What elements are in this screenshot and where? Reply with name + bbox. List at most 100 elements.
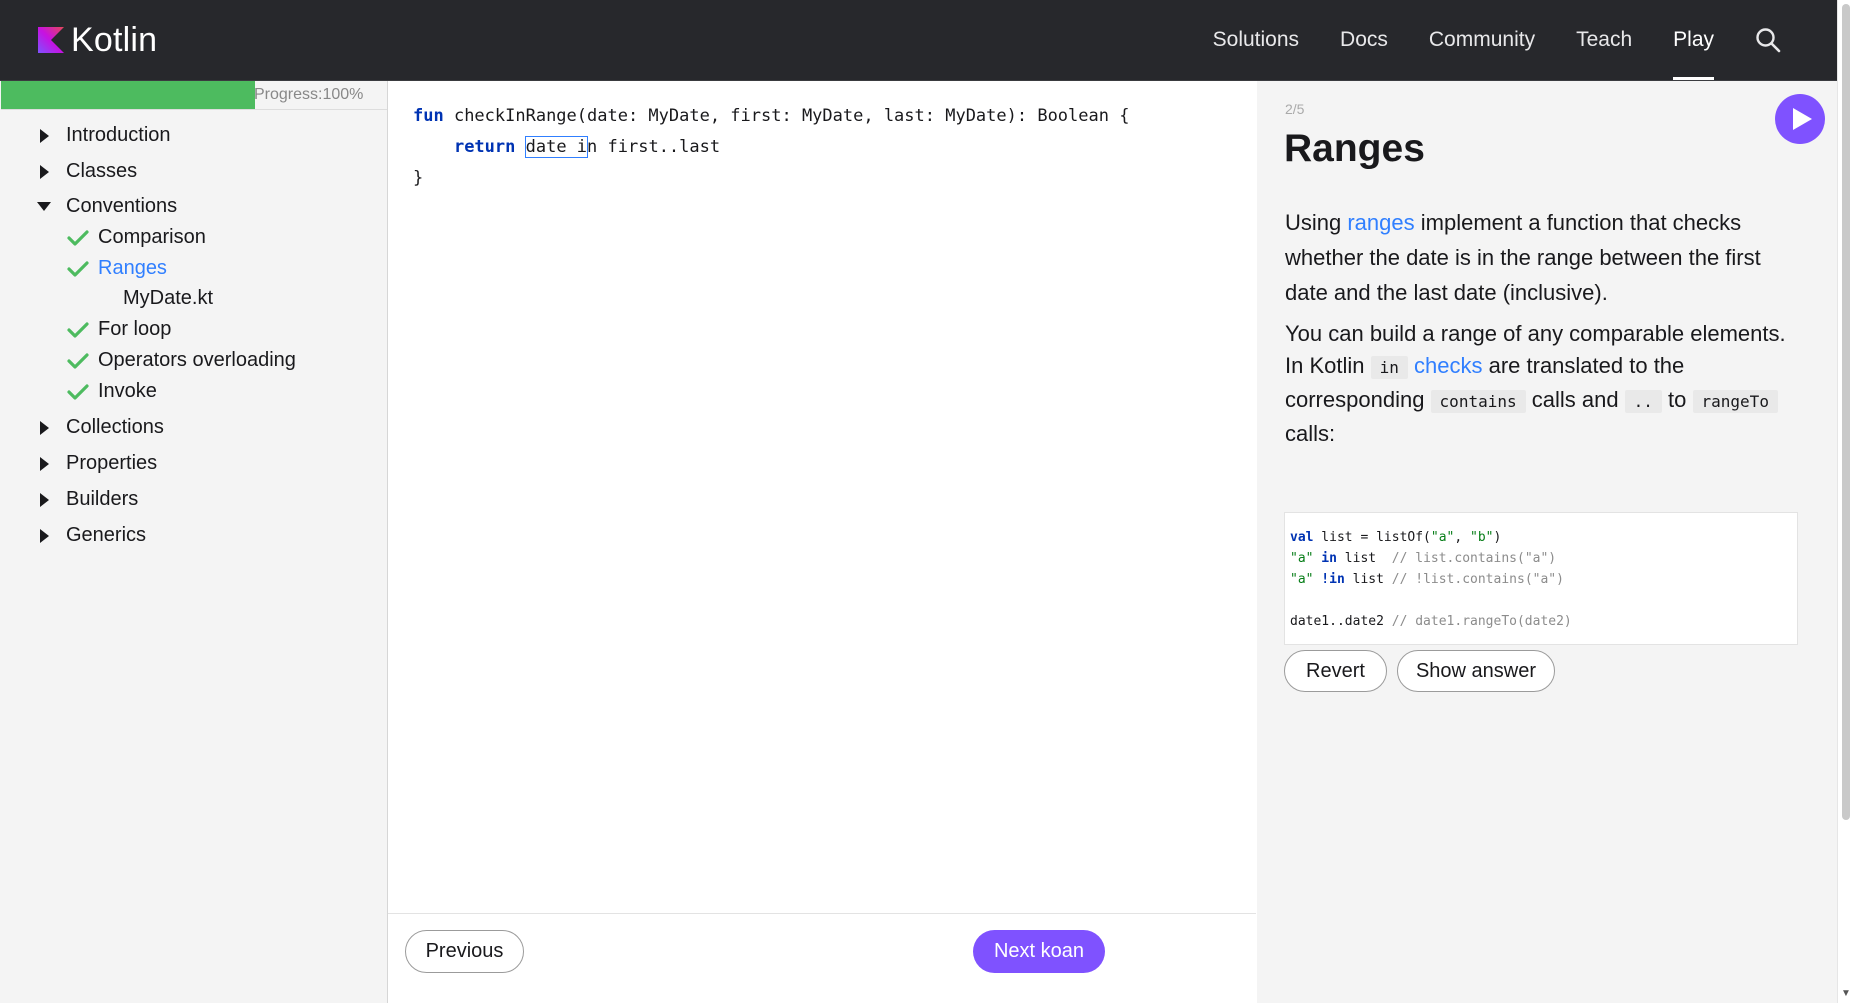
- search-icon[interactable]: [1755, 27, 1781, 53]
- task-title: Ranges: [1284, 127, 1425, 170]
- code-text: ,: [1454, 530, 1471, 545]
- caret-right-icon: [40, 164, 49, 179]
- text: Using: [1285, 210, 1348, 235]
- code-string: "a": [1290, 551, 1314, 566]
- inline-code: contains: [1430, 390, 1526, 413]
- scroll-down-icon[interactable]: ▼: [1841, 988, 1851, 999]
- top-navigation: Kotlin Solutions Docs Community Teach Pl…: [0, 0, 1837, 81]
- tree-item-comparison[interactable]: Comparison: [67, 226, 206, 249]
- code-text: }: [413, 168, 424, 188]
- text: to: [1661, 387, 1693, 412]
- item-label: Invoke: [98, 380, 157, 402]
- page-scrollbar[interactable]: ▼: [1837, 0, 1853, 1003]
- code-text: list = listOf(: [1313, 530, 1431, 545]
- inline-code: in: [1370, 356, 1408, 379]
- check-icon: [67, 260, 89, 277]
- code-keyword: return: [453, 137, 516, 157]
- scrollbar-thumb[interactable]: [1842, 4, 1850, 820]
- item-label: Comparison: [98, 226, 206, 248]
- revert-button[interactable]: Revert: [1284, 650, 1387, 692]
- editor-footer: Previous Next koan: [388, 913, 1256, 1004]
- code-keyword: val: [1290, 530, 1314, 545]
- item-label: For loop: [98, 318, 172, 340]
- inline-code: rangeTo: [1692, 390, 1778, 413]
- nav-solutions[interactable]: Solutions: [1213, 0, 1299, 80]
- check-icon: [67, 321, 89, 338]
- caret-right-icon: [40, 420, 49, 435]
- task-description-2: You can build a range of any comparable …: [1285, 318, 1805, 450]
- section-label: Collections: [66, 416, 164, 438]
- file-label: MyDate.kt: [123, 287, 214, 309]
- tree-file-mydate[interactable]: MyDate.kt: [123, 287, 213, 310]
- code-keyword: fun: [413, 106, 444, 126]
- brand-name: Kotlin: [71, 20, 158, 59]
- show-answer-button[interactable]: Show answer: [1397, 650, 1555, 692]
- check-icon: [67, 229, 89, 246]
- progress-bar: Progress:100%: [1, 81, 387, 110]
- progress-label: Progress:100%: [254, 86, 364, 103]
- caret-right-icon: [40, 492, 49, 507]
- tree-section-introduction[interactable]: Introduction: [40, 124, 171, 147]
- task-panel: 2/5 Ranges Using ranges implement a func…: [1257, 81, 1837, 1003]
- ranges-link[interactable]: ranges: [1347, 210, 1414, 235]
- nav-play[interactable]: Play: [1673, 0, 1714, 80]
- code-keyword: in: [1313, 551, 1337, 566]
- code-string: "a": [1290, 572, 1314, 587]
- code-text: checkInRange(date: MyDate, first: MyDate…: [443, 106, 1130, 126]
- tree-section-classes[interactable]: Classes: [40, 160, 137, 183]
- caret-down-icon: [37, 202, 51, 211]
- progress-fill: [1, 81, 255, 109]
- tree-section-properties[interactable]: Properties: [40, 452, 157, 475]
- run-icon: [1793, 108, 1812, 130]
- tree-item-ranges[interactable]: Ranges: [67, 257, 167, 280]
- task-description-1: Using ranges implement a function that c…: [1285, 205, 1805, 310]
- text: calls:: [1285, 421, 1336, 446]
- text: calls and: [1525, 387, 1625, 412]
- tree-item-invoke[interactable]: Invoke: [67, 380, 157, 403]
- caret-right-icon: [40, 528, 49, 543]
- tree-section-generics[interactable]: Generics: [40, 524, 146, 547]
- kotlin-logo-icon: [38, 27, 64, 53]
- code-text: list: [1336, 551, 1392, 566]
- kotlin-logo[interactable]: Kotlin: [38, 20, 157, 60]
- step-indicator: 2/5: [1285, 101, 1305, 117]
- code-comment: // !list.contains("a"): [1391, 572, 1564, 587]
- koans-sidebar: Progress:100% Introduction Classes Conve…: [0, 81, 388, 1003]
- section-label: Introduction: [66, 124, 171, 146]
- checks-link[interactable]: checks: [1414, 353, 1482, 378]
- item-label: Ranges: [98, 257, 167, 279]
- check-icon: [67, 383, 89, 400]
- section-label: Builders: [66, 488, 139, 510]
- code-string: "a": [1430, 530, 1455, 545]
- next-koan-button[interactable]: Next koan: [973, 930, 1105, 973]
- tree-section-collections[interactable]: Collections: [40, 416, 164, 439]
- tree-item-operators-overloading[interactable]: Operators overloading: [67, 349, 296, 372]
- caret-right-icon: [40, 456, 49, 471]
- code-string: "b": [1470, 530, 1494, 545]
- code-content[interactable]: fun checkInRange(date: MyDate, first: My…: [413, 101, 1129, 194]
- section-label: Properties: [66, 452, 158, 474]
- code-editor[interactable]: fun checkInRange(date: MyDate, first: My…: [388, 81, 1256, 913]
- item-label: Operators overloading: [98, 349, 296, 371]
- tree-item-for-loop[interactable]: For loop: [67, 318, 171, 341]
- code-text: list: [1344, 572, 1392, 587]
- tree-section-conventions[interactable]: Conventions: [37, 195, 177, 218]
- section-label: Classes: [66, 160, 138, 182]
- section-label: Conventions: [66, 195, 178, 217]
- code-sample: val list = listOf("a", "b") "a" in list …: [1284, 512, 1798, 645]
- main-nav: Solutions Docs Community Teach Play: [1213, 0, 1837, 80]
- inline-code: ..: [1624, 390, 1662, 413]
- code-text: date1..date2: [1290, 614, 1392, 629]
- nav-community[interactable]: Community: [1429, 0, 1535, 80]
- code-highlight: date i: [524, 136, 589, 158]
- previous-button[interactable]: Previous: [405, 930, 524, 973]
- run-button[interactable]: [1775, 94, 1825, 144]
- nav-docs[interactable]: Docs: [1340, 0, 1388, 80]
- nav-teach[interactable]: Teach: [1576, 0, 1632, 80]
- tree-section-builders[interactable]: Builders: [40, 488, 138, 511]
- section-label: Generics: [66, 524, 147, 546]
- code-text: n first..last: [587, 137, 721, 157]
- caret-right-icon: [40, 128, 49, 143]
- code-text: ): [1493, 530, 1502, 545]
